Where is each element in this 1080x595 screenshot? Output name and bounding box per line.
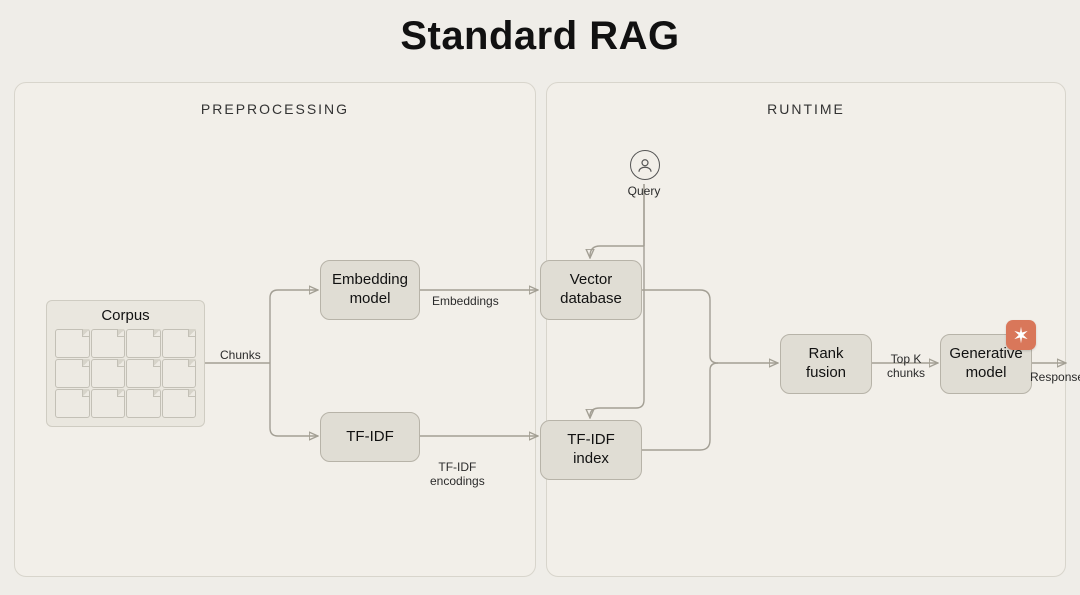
corpus-label: Corpus <box>47 307 204 324</box>
rank-fusion-node: Rank fusion <box>780 334 872 394</box>
tfidf-index-node: TF-IDF index <box>540 420 642 480</box>
corpus-node: Corpus <box>46 300 205 427</box>
runtime-panel: RUNTIME <box>546 82 1066 577</box>
rank-fusion-label: Rank fusion <box>806 345 846 383</box>
vector-database-node: Vector database <box>540 260 642 320</box>
embedding-model-node: Embedding model <box>320 260 420 320</box>
response-edge-label: Response <box>1030 370 1080 384</box>
generative-model-label: Generative model <box>949 345 1022 383</box>
tfidf-index-label: TF-IDF index <box>567 431 614 469</box>
chunks-edge-label: Chunks <box>220 348 261 362</box>
embedding-model-label: Embedding model <box>332 271 408 309</box>
topk-edge-label: Top K chunks <box>878 352 934 380</box>
preprocessing-heading: PREPROCESSING <box>15 101 535 117</box>
corpus-documents-icon <box>55 329 196 418</box>
anthropic-logo-icon <box>1006 320 1036 350</box>
tfidf-encodings-edge-label: TF-IDF encodings <box>430 460 485 488</box>
embeddings-edge-label: Embeddings <box>432 294 499 308</box>
diagram-title: Standard RAG <box>0 14 1080 59</box>
runtime-heading: RUNTIME <box>547 101 1065 117</box>
tfidf-node: TF-IDF <box>320 412 420 462</box>
vector-database-label: Vector database <box>560 271 622 309</box>
tfidf-label: TF-IDF <box>346 428 393 447</box>
user-icon <box>630 150 660 180</box>
query-label: Query <box>616 184 672 198</box>
